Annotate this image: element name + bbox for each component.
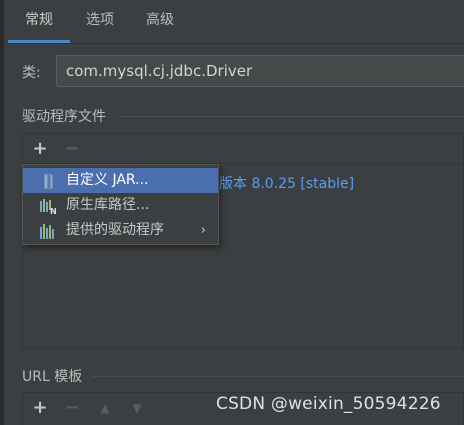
plus-icon[interactable]: +	[30, 138, 50, 160]
tab-bar: 常规 选项 高级	[4, 0, 464, 44]
chevron-right-icon: ›	[200, 223, 206, 238]
class-label: 类:	[22, 65, 41, 81]
driver-files-toolbar: + −	[23, 134, 463, 164]
arrow-down-icon[interactable]: ▼	[127, 398, 147, 418]
menu-item-label: 提供的驱动程序	[66, 222, 164, 238]
minus-icon[interactable]: −	[62, 397, 82, 419]
minus-icon[interactable]: −	[62, 138, 82, 160]
plus-icon[interactable]: +	[30, 397, 50, 419]
menu-item-label: 原生库路径...	[66, 197, 150, 213]
arrow-up-icon[interactable]: ▲	[95, 398, 115, 418]
menu-item-custom-jar[interactable]: 自定义 JAR...	[23, 168, 218, 193]
native-library-icon: N	[40, 198, 58, 216]
driver-files-title: 驱动程序文件	[22, 109, 106, 125]
tab-options[interactable]: 选项	[70, 0, 130, 44]
provided-driver-icon	[40, 223, 58, 239]
menu-item-provided-drivers[interactable]: 提供的驱动程序 ›	[23, 218, 218, 243]
menu-item-label: 自定义 JAR...	[66, 172, 149, 188]
section-divider	[120, 116, 464, 117]
menu-item-native-library-path[interactable]: N 原生库路径...	[23, 193, 218, 218]
tab-advanced[interactable]: 高级	[130, 0, 190, 44]
left-edge-strip	[0, 0, 4, 425]
driver-version-link[interactable]: 版本 8.0.25 [stable]	[219, 173, 354, 193]
watermark: CSDN @weixin_50594226	[216, 394, 441, 414]
class-input[interactable]: com.mysql.cj.jdbc.Driver	[56, 55, 464, 87]
driver-settings-dialog: 常规 选项 高级 类: com.mysql.cj.jdbc.Driver 驱动程…	[0, 0, 464, 425]
svg-text:N: N	[50, 207, 57, 214]
url-templates-title: URL 模板	[22, 369, 83, 385]
section-divider	[92, 376, 464, 377]
add-driver-popup-menu: 自定义 JAR... N 原生库路径... 提供的驱动程序 ›	[22, 164, 219, 245]
jar-icon	[40, 173, 58, 189]
tab-general[interactable]: 常规	[8, 0, 70, 44]
